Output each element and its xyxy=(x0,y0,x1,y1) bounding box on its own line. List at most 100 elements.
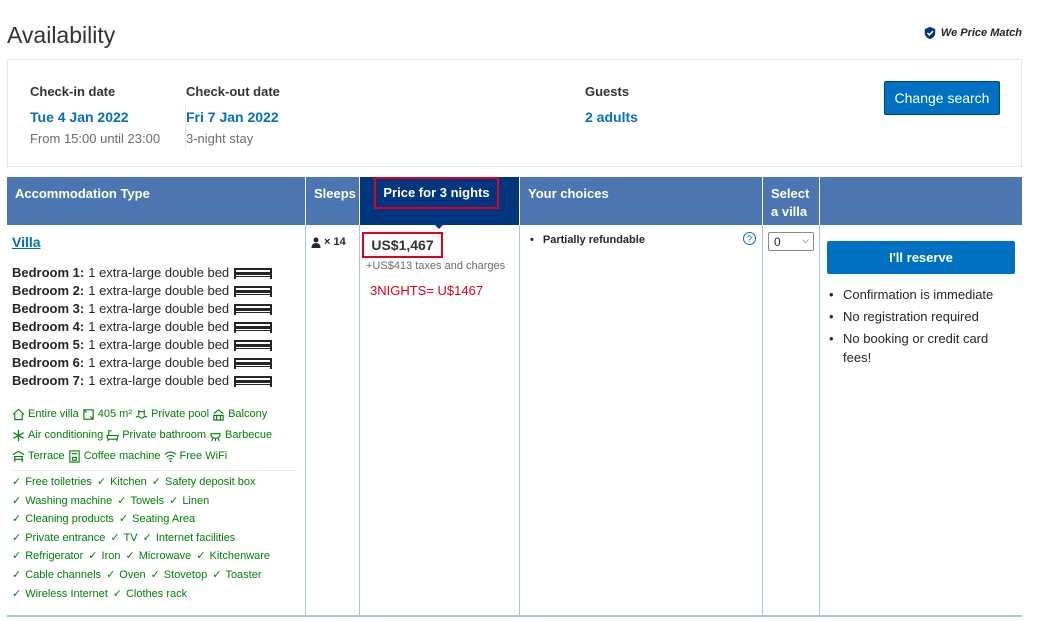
facility-row: Terrace Coffee machine Free WiFi xyxy=(12,446,297,467)
facility-item: Terrace xyxy=(12,446,65,467)
amenity-item: Linen xyxy=(169,495,209,507)
bed-icon xyxy=(234,358,273,369)
pool-icon xyxy=(135,409,148,419)
bedroom-label: Bedroom 3: xyxy=(12,301,85,316)
amenity-item: Kitchen xyxy=(97,476,147,488)
snowflake-icon xyxy=(13,429,24,442)
amenity-item: Washing machine xyxy=(12,495,112,507)
amenity-row: Private entrance TV Internet facilities xyxy=(12,529,297,548)
info-icon[interactable]: ? xyxy=(743,232,756,245)
header-accommodation-label: Accommodation Type xyxy=(15,186,150,201)
bed-description: 1 extra-large double bed xyxy=(88,337,230,352)
sleeps-count: × 14 xyxy=(324,236,346,248)
row-bottom-border xyxy=(7,615,1022,617)
column-divider xyxy=(819,225,820,616)
header-reserve xyxy=(820,177,1022,225)
facility-label: Private pool xyxy=(151,408,210,420)
checkout-label: Check-out date xyxy=(186,84,280,99)
amenity-item: Cleaning products xyxy=(12,513,114,525)
reserve-button[interactable]: I'll reserve xyxy=(827,241,1015,274)
bed-description: 1 extra-large double bed xyxy=(88,373,230,388)
amenity-item: Safety deposit box xyxy=(152,476,256,488)
checkout-block: Check-out date Fri 7 Jan 2022 3-night st… xyxy=(186,84,280,146)
header-price: Price for 3 nights xyxy=(360,177,519,229)
terrace-icon xyxy=(12,450,25,463)
amenity-item: Microwave xyxy=(125,550,191,562)
reserve-note: Confirmation is immediate xyxy=(829,285,1009,304)
bedroom-label: Bedroom 7: xyxy=(12,373,85,388)
facilities-list: Entire villa 405 m² Private pool Balcony… xyxy=(12,404,297,603)
facility-label: Private bathroom xyxy=(122,429,206,441)
bed-description: 1 extra-large double bed xyxy=(88,319,230,334)
guests-block: Guests 2 adults xyxy=(585,84,638,125)
bed-icon xyxy=(234,322,273,333)
checkin-label: Check-in date xyxy=(30,84,116,99)
villa-name-link[interactable]: Villa xyxy=(12,234,41,250)
bed-description: 1 extra-large double bed xyxy=(88,301,230,316)
search-summary: Check-in date Tue 4 Jan 2022 From 15:00 … xyxy=(7,59,1022,167)
price-match-badge[interactable]: We Price Match xyxy=(923,26,1022,40)
reserve-note: No registration required xyxy=(829,307,1009,326)
price-match-label: We Price Match xyxy=(940,27,1022,39)
column-divider xyxy=(359,225,360,616)
amenity-item: Seating Area xyxy=(119,513,195,525)
facility-item: Free WiFi xyxy=(164,446,228,467)
facility-item: Coffee machine xyxy=(68,446,161,467)
area-icon xyxy=(83,409,94,420)
select-value: 0 xyxy=(774,234,781,249)
facility-label: Balcony xyxy=(228,408,268,420)
facility-label: Barbecue xyxy=(224,429,273,441)
amenity-item: Internet facilities xyxy=(143,532,236,544)
amenity-row: Cable channels Oven Stovetop Toaster xyxy=(12,566,297,585)
facility-label: Entire villa xyxy=(28,408,79,420)
reserve-note: No booking or credit card fees! xyxy=(829,329,1009,367)
bed-icon xyxy=(234,268,273,279)
bedroom-label: Bedroom 2: xyxy=(12,283,85,298)
facility-item: Entire villa xyxy=(12,404,79,425)
facility-item: Private bathroom xyxy=(106,425,206,446)
facility-row: Air conditioning Private bathroom Barbec… xyxy=(12,425,297,446)
guests-label: Guests xyxy=(585,84,630,99)
change-search-button[interactable]: Change search xyxy=(884,81,1000,115)
bedroom-list: Bedroom 1: 1 extra-large double bed Bedro… xyxy=(12,264,273,390)
header-choices-label: Your choices xyxy=(528,186,609,201)
chevron-down-icon: ⌵ xyxy=(802,235,809,245)
bedroom-label: Bedroom 4: xyxy=(12,319,85,334)
price-header-highlight: Price for 3 nights xyxy=(374,177,499,209)
price-value: US$1,467 xyxy=(362,232,443,258)
villa-quantity-select[interactable]: 0 ⌵ xyxy=(768,232,814,251)
amenity-item: TV xyxy=(110,532,137,544)
facility-item: Private pool xyxy=(135,404,209,425)
facility-label: Terrace xyxy=(28,450,65,462)
guests-value: 2 adults xyxy=(585,109,638,125)
facility-item: Balcony xyxy=(212,404,267,425)
bedroom-item: Bedroom 1: 1 extra-large double bed xyxy=(12,264,273,282)
bedroom-item: Bedroom 6: 1 extra-large double bed xyxy=(12,354,273,372)
checkout-value: Fri 7 Jan 2022 xyxy=(186,109,279,125)
bedroom-label: Bedroom 1: xyxy=(12,265,85,280)
column-divider xyxy=(762,225,763,616)
amenity-item: Kitchenware xyxy=(196,550,270,562)
checkin-value: Tue 4 Jan 2022 xyxy=(30,109,129,125)
facility-label: Air conditioning xyxy=(28,429,104,441)
choice-item: Partially refundable xyxy=(530,234,645,246)
bedroom-item: Bedroom 2: 1 extra-large double bed xyxy=(12,282,273,300)
header-sleeps: Sleeps xyxy=(306,177,359,225)
header-price-label: Price for 3 nights xyxy=(383,185,490,200)
facility-label: Free WiFi xyxy=(179,450,228,462)
facilities-divider xyxy=(12,470,297,471)
bed-icon xyxy=(234,340,273,351)
amenity-item: Oven xyxy=(106,569,146,581)
amenity-row: Refrigerator Iron Microwave Kitchenware xyxy=(12,547,297,566)
facility-label: Coffee machine xyxy=(83,450,161,462)
amenity-item: Clothes rack xyxy=(113,588,187,600)
amenity-row: Washing machine Towels Linen xyxy=(12,492,297,511)
header-select-line2: a villa xyxy=(771,204,808,219)
amenity-item: Refrigerator xyxy=(12,550,83,562)
amenity-row: Free toiletries Kitchen Safety deposit box xyxy=(12,473,297,492)
facility-item: 405 m² xyxy=(82,404,132,425)
bed-icon xyxy=(234,286,273,297)
sleeps-capacity: × 14 xyxy=(311,236,346,248)
bedroom-item: Bedroom 4: 1 extra-large double bed xyxy=(12,318,273,336)
bedroom-label: Bedroom 5: xyxy=(12,337,85,352)
